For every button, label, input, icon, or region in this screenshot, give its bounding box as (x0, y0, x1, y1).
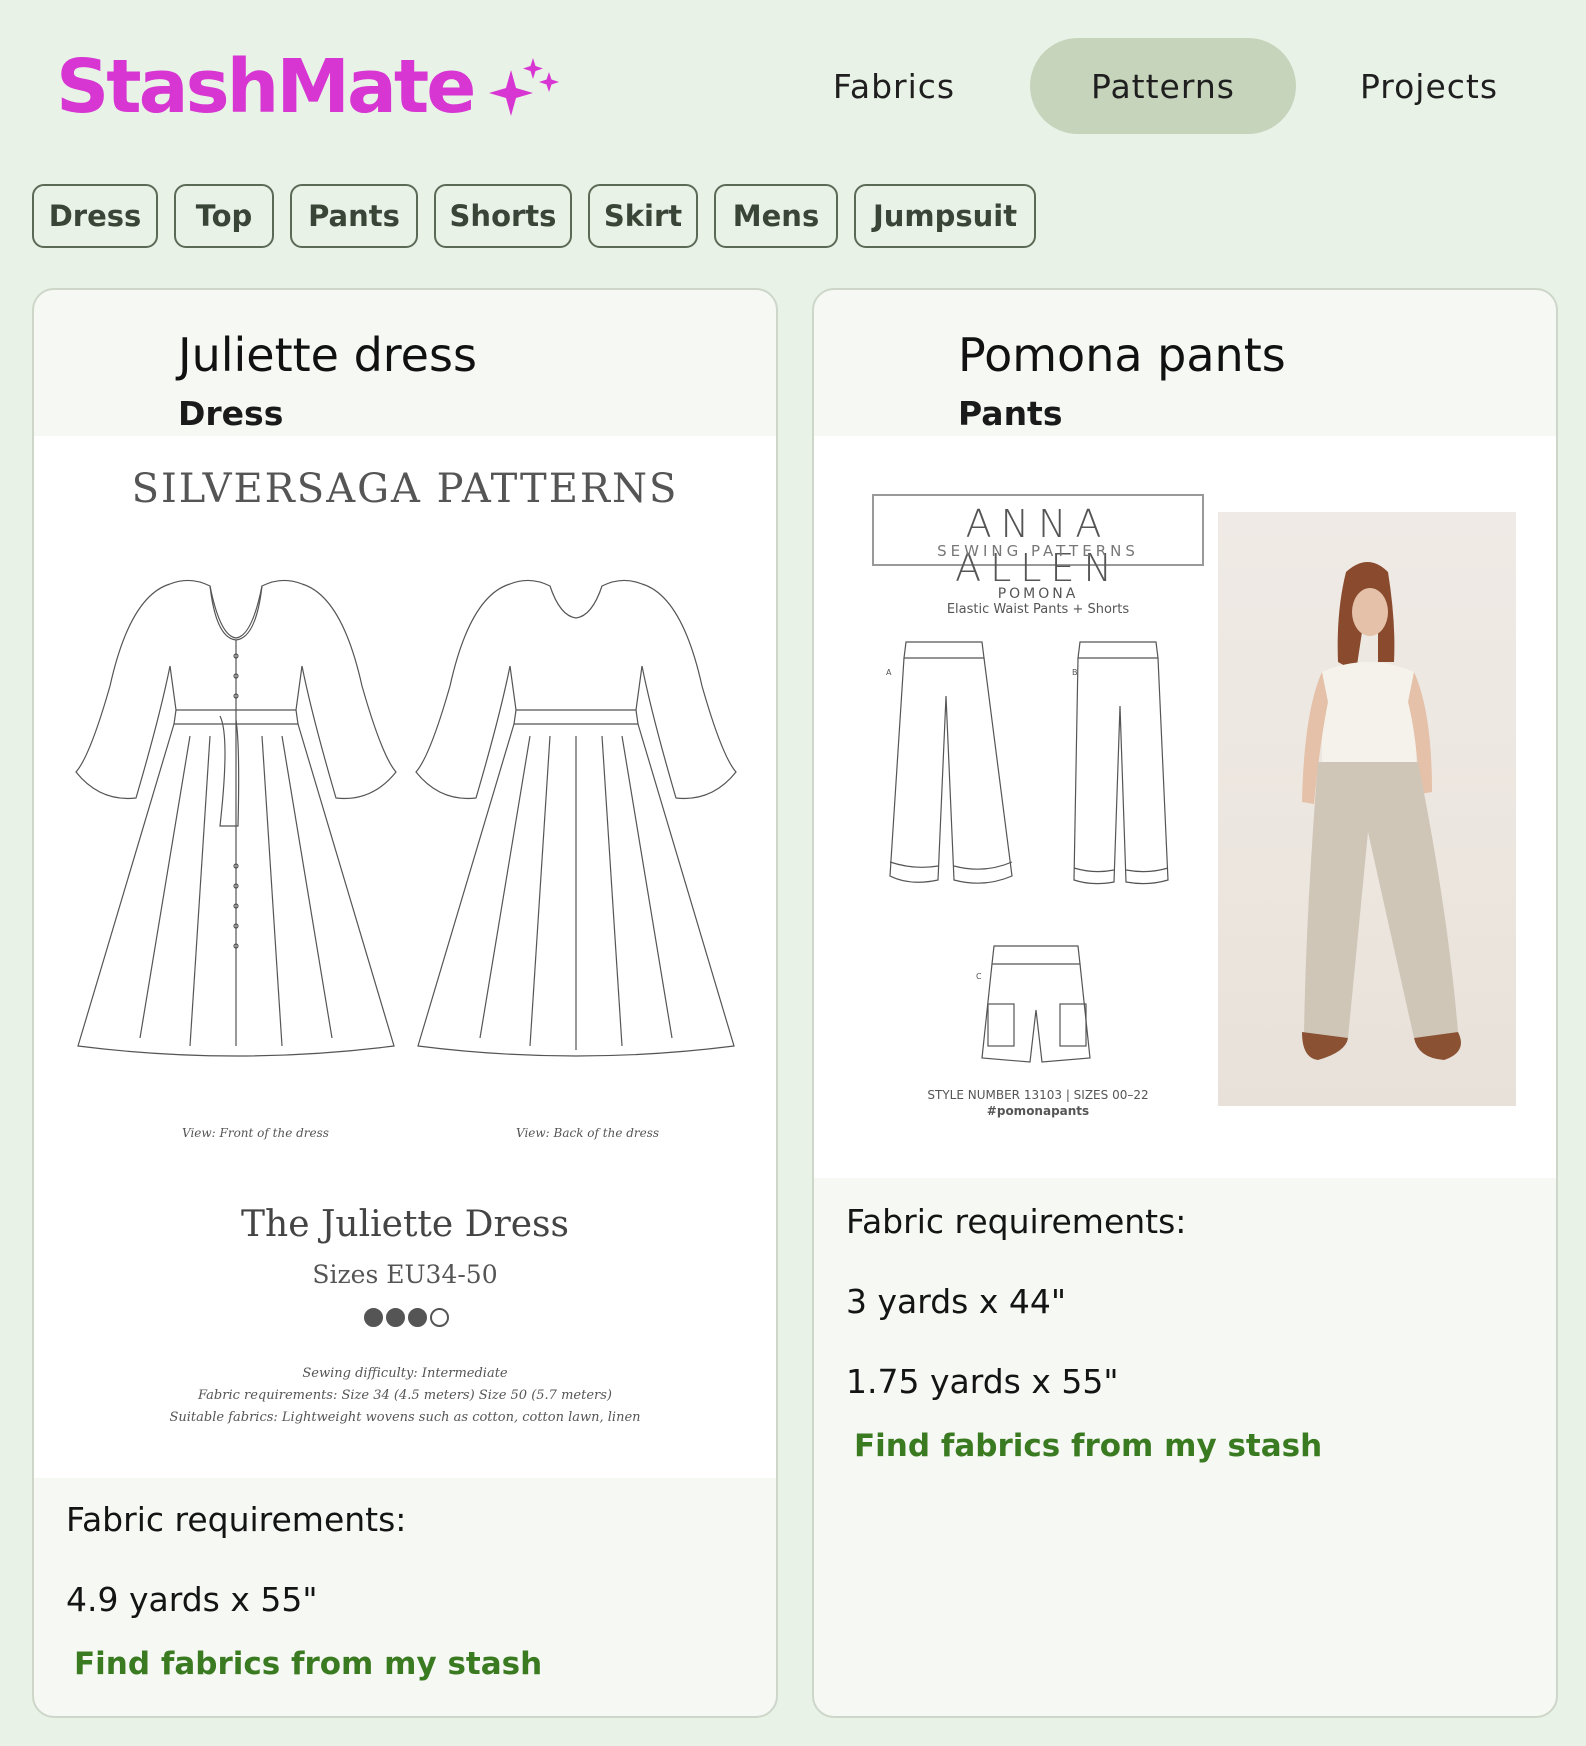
dress-back-illustration (415, 579, 737, 1057)
card-category: Dress (178, 394, 284, 433)
main-nav: Fabrics Patterns Projects (796, 38, 1562, 134)
model-figure (1302, 562, 1461, 1060)
requirements-label: Fabric requirements: (846, 1202, 1187, 1241)
logo-text: StashMate (56, 44, 476, 130)
card-title: Juliette dress (178, 328, 477, 382)
hashtag: #pomonapants (986, 1104, 1090, 1118)
view-a-label: A (886, 668, 892, 677)
shorts-c-illustration (981, 945, 1091, 1063)
pants-a-illustration (889, 641, 1013, 884)
pattern-desc: Elastic Waist Pants + Shorts (946, 602, 1130, 617)
difficulty-text: Sewing difficulty: Intermediate (302, 1366, 508, 1381)
pattern-name: The Juliette Dress (241, 1204, 569, 1245)
view-b-label: B (1072, 668, 1078, 677)
caption-back: View: Back of the dress (516, 1126, 660, 1140)
caption-front: View: Front of the dress (182, 1126, 329, 1140)
filter-shorts[interactable]: Shorts (434, 184, 572, 248)
pattern-card-pomona[interactable]: Pomona pants Pants ANNA ALLEN SEWING PAT… (812, 288, 1558, 1718)
filter-mens[interactable]: Mens (714, 184, 838, 248)
requirement-item: 3 yards x 44" (846, 1282, 1067, 1321)
category-filters: Dress Top Pants Shorts Skirt Mens Jumpsu… (32, 184, 1052, 248)
pattern-cover-image: SILVERSAGA PATTERNS View: Front of the d… (34, 436, 776, 1478)
filter-jumpsuit[interactable]: Jumpsuit (854, 184, 1036, 248)
app-logo[interactable]: StashMate (56, 50, 561, 124)
pattern-card-juliette[interactable]: Juliette dress Dress SILVERSAGA PATTERNS (32, 288, 778, 1718)
difficulty-dot (408, 1308, 427, 1327)
view-c-label: C (976, 972, 982, 981)
model-photo (1218, 512, 1516, 1106)
pattern-name: POMONA (997, 586, 1079, 602)
pattern-cover-image: ANNA ALLEN SEWING PATTERNS POMONA Elasti… (814, 436, 1556, 1178)
card-title: Pomona pants (958, 328, 1286, 382)
dress-front-illustration (75, 579, 397, 1057)
card-category: Pants (958, 394, 1063, 433)
requirements-label: Fabric requirements: (66, 1500, 407, 1539)
nav-fabrics[interactable]: Fabrics (796, 38, 992, 134)
pattern-sizes: Sizes EU34-50 (312, 1260, 498, 1289)
style-number: STYLE NUMBER 13103 | SIZES 00–22 (927, 1088, 1149, 1102)
filter-dress[interactable]: Dress (32, 184, 158, 248)
pants-b-illustration (1073, 641, 1169, 885)
brand-sub: SEWING PATTERNS (937, 542, 1139, 560)
filter-top[interactable]: Top (174, 184, 274, 248)
requirement-item: 1.75 yards x 55" (846, 1362, 1119, 1401)
sparkle-icon (489, 58, 560, 116)
difficulty-dot (430, 1308, 449, 1327)
difficulty-dots (364, 1308, 449, 1327)
pattern-brand-logo: ANNA ALLEN SEWING PATTERNS (872, 494, 1204, 590)
difficulty-dot (386, 1308, 405, 1327)
requirement-item: 4.9 yards x 55" (66, 1580, 318, 1619)
suitable-text: Suitable fabrics: Lightweight wovens suc… (169, 1410, 641, 1425)
filter-pants[interactable]: Pants (290, 184, 418, 248)
filter-skirt[interactable]: Skirt (588, 184, 698, 248)
nav-patterns[interactable]: Patterns (1030, 38, 1296, 134)
fabric-text: Fabric requirements: Size 34 (4.5 meters… (198, 1388, 612, 1403)
pattern-brand: SILVERSAGA PATTERNS (131, 466, 679, 512)
difficulty-dot (364, 1308, 383, 1327)
nav-projects[interactable]: Projects (1296, 38, 1562, 134)
find-fabrics-link[interactable]: Find fabrics from my stash (854, 1428, 1322, 1464)
find-fabrics-link[interactable]: Find fabrics from my stash (74, 1646, 542, 1682)
